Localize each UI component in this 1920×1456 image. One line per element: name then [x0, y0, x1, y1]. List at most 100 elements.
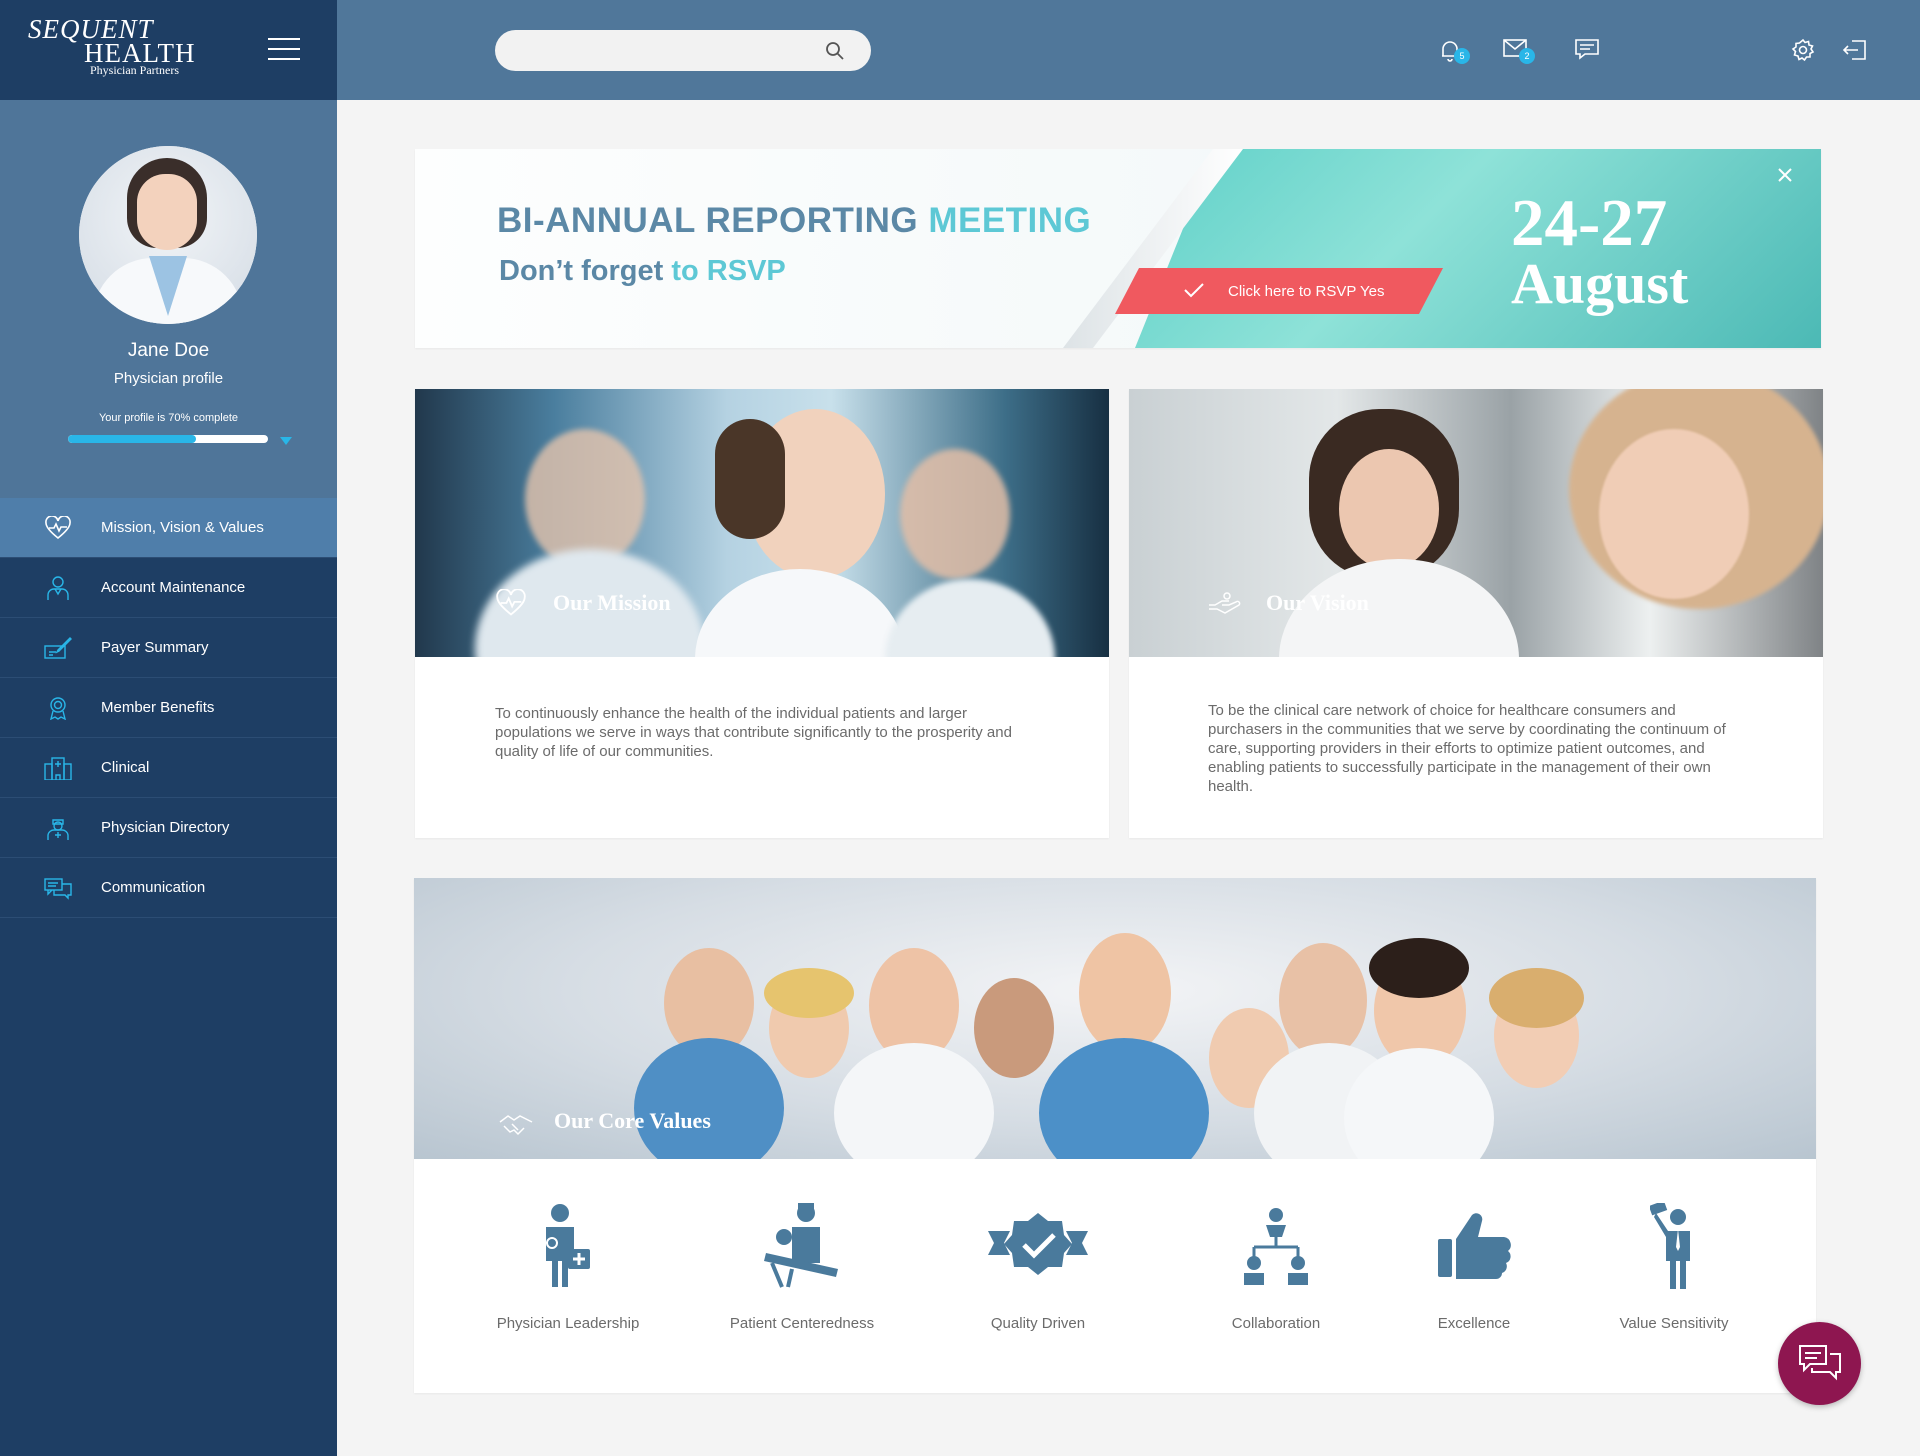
value-patient-centeredness: Patient Centeredness [702, 1203, 902, 1343]
core-values-heading: Our Core Values [554, 1108, 711, 1133]
brand-line2: HEALTH [84, 38, 196, 68]
hamburger-line [268, 38, 300, 40]
user-account-icon [47, 576, 69, 600]
award-icon [50, 697, 66, 720]
value-label: Value Sensitivity [1619, 1315, 1729, 1332]
value-collaboration: Collaboration [1176, 1203, 1376, 1343]
photo-person [1489, 968, 1584, 1028]
messages-button[interactable]: 2 [1503, 38, 1535, 65]
mission-card: Our Mission To continuously enhance the … [415, 389, 1109, 838]
sidebar-item-label: Communication [101, 879, 206, 896]
quality-badge-icon [988, 1213, 1088, 1275]
photo-person [1279, 943, 1367, 1058]
rsvp-button[interactable]: Click here to RSVP Yes [1115, 268, 1443, 314]
banner-subtitle-part: Don’t forget [499, 255, 672, 287]
value-label: Quality Driven [990, 1315, 1086, 1332]
sidebar-item-clinical[interactable]: Clinical [0, 738, 337, 798]
hamburger-line [268, 48, 300, 50]
search-icon[interactable] [825, 41, 845, 61]
photo-person [764, 968, 854, 1018]
photo-person [715, 419, 785, 539]
vision-text: To be the clinical care network of choic… [1208, 702, 1726, 795]
sidebar-item-label: Payer Summary [101, 639, 209, 656]
org-chart-icon [1244, 1208, 1308, 1285]
sidebar-item-account-maintenance[interactable]: Account Maintenance [0, 558, 337, 618]
brand-logo[interactable]: SEQUENT HEALTH Physician Partners [28, 16, 196, 77]
logout-button[interactable] [1842, 38, 1868, 67]
photo-person [1079, 933, 1171, 1053]
sidebar-item-label: Physician Directory [101, 819, 230, 836]
value-quality-driven: Quality Driven [938, 1203, 1138, 1343]
communication-icon [44, 878, 72, 900]
banner-teal-panel [1135, 149, 1821, 348]
value-excellence: Excellence [1374, 1203, 1574, 1343]
photo-person [634, 1038, 784, 1159]
banner-title: BI-ANNUAL REPORTING MEETING [497, 201, 1091, 241]
mission-text: To continuously enhance the health of th… [495, 705, 1012, 760]
banner-subtitle: Don’t forget to RSVP [499, 255, 786, 288]
value-label: Patient Centeredness [729, 1315, 875, 1332]
menu-toggle-button[interactable] [268, 38, 300, 62]
doctor-icon [47, 819, 69, 840]
sidebar-item-label: Clinical [101, 759, 150, 776]
chat-fab-button[interactable] [1778, 1322, 1861, 1405]
profile-name: Jane Doe [127, 340, 210, 361]
logout-icon [1842, 40, 1866, 60]
sidebar-item-mission-vision-values[interactable]: Mission, Vision & Values [0, 498, 337, 558]
core-values-card: Our Core Values Physician Leadership Pat… [414, 878, 1816, 1393]
sidebar-item-payer-summary[interactable]: Payer Summary [0, 618, 337, 678]
value-label: Physician Leadership [496, 1315, 640, 1332]
gear-icon [1791, 38, 1815, 62]
sidebar-item-communication[interactable]: Communication [0, 858, 337, 918]
photo-person [1599, 429, 1749, 599]
photo-person [1039, 1038, 1209, 1159]
avatar[interactable] [79, 146, 257, 324]
close-icon[interactable] [1777, 167, 1793, 183]
photo-person [885, 579, 1055, 657]
photo-person [900, 449, 1010, 579]
avatar-face [137, 174, 197, 250]
chat-bubbles-icon [1799, 1345, 1841, 1381]
hospital-icon [44, 757, 72, 780]
handshake-icon [499, 1115, 533, 1136]
checkmark-icon [1183, 282, 1205, 298]
banner-title-highlight: MEETING [928, 201, 1092, 240]
meeting-date-range: 24-27 [1511, 186, 1668, 260]
banner-title-part: BI-ANNUAL REPORTING [497, 201, 929, 240]
photo-person [525, 429, 645, 569]
profile-expand-caret[interactable] [280, 437, 292, 445]
vision-heading: Our Vision [1266, 590, 1369, 615]
mission-heading: Our Mission [553, 590, 671, 615]
progress-fill [68, 435, 196, 443]
sidebar-item-label: Member Benefits [101, 699, 215, 716]
profile-role: Physician profile [113, 370, 224, 387]
sidebar-item-label: Account Maintenance [101, 579, 246, 596]
profile-completion-text: Your profile is 70% complete [98, 412, 238, 424]
photo-person [1339, 449, 1439, 569]
photo-person [1369, 938, 1469, 998]
chat-icon [1575, 39, 1599, 60]
sidebar-item-member-benefits[interactable]: Member Benefits [0, 678, 337, 738]
photo-person [834, 1043, 994, 1159]
vision-card: Our Vision To be the clinical care netwo… [1129, 389, 1823, 838]
search-input[interactable] [495, 30, 871, 71]
photo-person [695, 569, 905, 657]
notification-badge: 5 [1454, 48, 1470, 64]
sidebar-item-physician-directory[interactable]: Physician Directory [0, 798, 337, 858]
businessman-icon [1650, 1203, 1690, 1289]
meeting-date-month: August [1511, 251, 1689, 316]
sidebar-nav: Mission, Vision & Values Account Mainten… [0, 498, 337, 918]
rsvp-label: Click here to RSVP Yes [1228, 283, 1385, 300]
value-value-sensitivity: Value Sensitivity [1574, 1203, 1774, 1343]
thumbs-up-icon [1438, 1213, 1511, 1279]
value-label: Excellence [1437, 1315, 1511, 1332]
announcement-banner: BI-ANNUAL REPORTING MEETING Don’t forget… [415, 149, 1821, 348]
notifications-button[interactable]: 5 [1438, 38, 1470, 67]
photo-person [974, 978, 1054, 1078]
settings-button[interactable] [1791, 38, 1815, 67]
profile-progress-bar [68, 435, 268, 443]
banner-subtitle-highlight: to RSVP [671, 255, 786, 287]
physician-icon [546, 1204, 590, 1287]
chat-button[interactable] [1575, 38, 1599, 65]
hand-care-icon [1209, 592, 1241, 614]
